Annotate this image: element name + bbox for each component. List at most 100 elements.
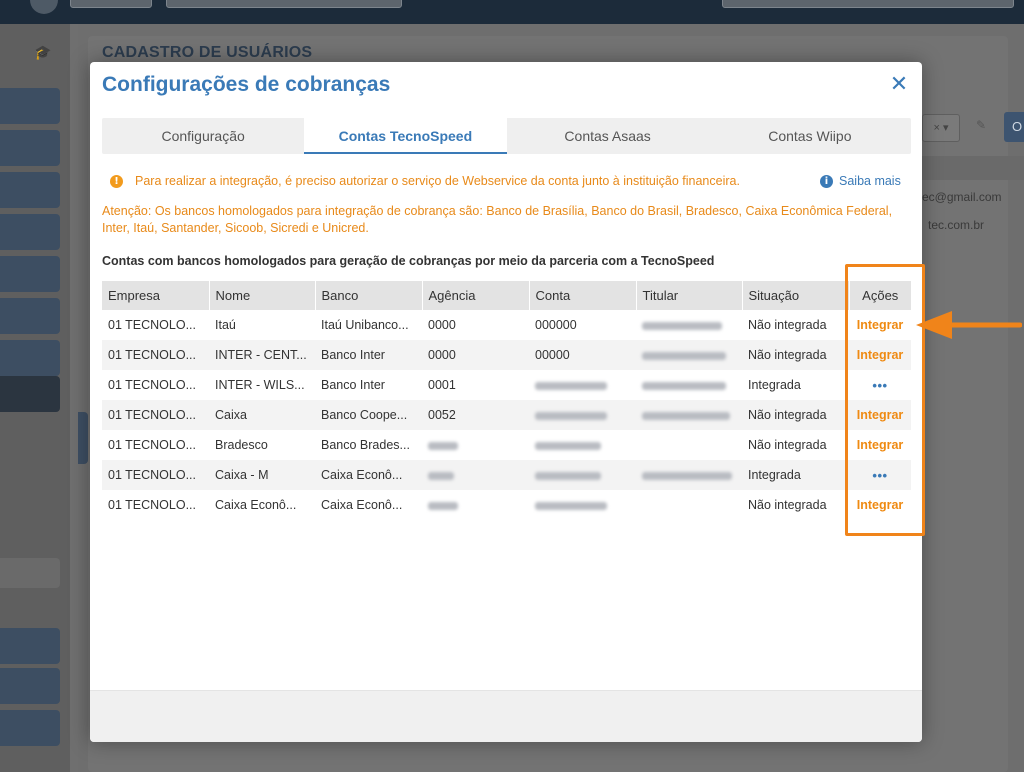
tab-configuracao[interactable]: Configuração [102, 118, 304, 154]
redacted-titular [642, 321, 722, 330]
cell-banco: Banco Brades... [321, 438, 410, 452]
sidebar-item[interactable] [0, 172, 60, 208]
cell-empresa: 01 TECNOLO... [108, 318, 196, 332]
column-header-banco[interactable]: Banco [315, 281, 423, 310]
table-row[interactable]: 01 TECNOLO... Bradesco Banco Brades... N… [102, 430, 911, 460]
sidebar-item[interactable] [0, 298, 60, 334]
actions-column-highlight [845, 264, 925, 536]
cell-situacao: Não integrada [748, 498, 827, 512]
cell-agencia: 0000 [428, 318, 456, 332]
redacted-conta [535, 411, 607, 420]
redacted-conta [535, 381, 607, 390]
cell-empresa: 01 TECNOLO... [108, 378, 196, 392]
cell-titular [636, 310, 742, 340]
sidebar-item[interactable] [0, 256, 60, 292]
redacted-titular [642, 351, 726, 360]
cell-conta [529, 460, 636, 490]
table-row[interactable]: 01 TECNOLO... Itaú Itaú Unibanco... 0000… [102, 310, 911, 340]
background-button[interactable]: O [1004, 112, 1024, 142]
cell-nome: INTER - CENT... [209, 340, 315, 370]
cell-banco: Itaú Unibanco... [321, 318, 409, 332]
info-icon: i [820, 174, 833, 188]
cell-titular [636, 430, 742, 460]
sidebar-item[interactable] [0, 628, 60, 664]
saiba-mais-label[interactable]: Saiba mais [839, 174, 901, 188]
redacted-agencia [428, 501, 458, 510]
table-row[interactable]: 01 TECNOLO... Caixa Banco Coope... 0052 … [102, 400, 911, 430]
cell-situacao: Não integrada [742, 340, 849, 370]
redacted-agencia [428, 471, 454, 480]
cell-conta: 000000 [535, 318, 577, 332]
topbar-field[interactable] [722, 0, 1014, 8]
billing-settings-modal: Configurações de cobranças ✕ Configuraçã… [90, 62, 922, 742]
cell-empresa: 01 TECNOLO... [102, 400, 209, 430]
column-header-agencia[interactable]: Agência [422, 281, 530, 310]
sidebar-item-active[interactable] [0, 376, 60, 412]
accounts-table: Empresa Nome Banco Agência Conta Titular… [102, 281, 911, 520]
cell-situacao: Não integrada [748, 318, 827, 332]
table-row[interactable]: 01 TECNOLO... INTER - WILS... Banco Inte… [102, 370, 911, 400]
cell-empresa: 01 TECNOLO... [108, 438, 196, 452]
cell-nome: Bradesco [215, 438, 268, 452]
cell-conta [529, 400, 636, 430]
sidebar-item[interactable] [0, 668, 60, 704]
cell-agencia: 0000 [422, 340, 529, 370]
cell-situacao: Integrada [742, 460, 849, 490]
cell-agencia [422, 490, 529, 520]
saiba-mais-link[interactable]: i Saiba mais [820, 174, 901, 188]
user-avatar[interactable] [30, 0, 58, 14]
cell-empresa: 01 TECNOLO... [102, 460, 209, 490]
topbar-search-input[interactable] [166, 0, 402, 8]
sidebar-item[interactable] [0, 130, 60, 166]
sidebar-item[interactable] [0, 340, 60, 376]
sidebar-item[interactable] [0, 214, 60, 250]
cell-empresa: 01 TECNOLO... [108, 498, 196, 512]
table-row[interactable]: 01 TECNOLO... Caixa Econô... Caixa Econô… [102, 490, 911, 520]
pencil-icon[interactable]: ✎ [976, 118, 986, 132]
redacted-conta [535, 471, 601, 480]
cell-empresa: 01 TECNOLO... [102, 340, 209, 370]
close-icon[interactable]: ✕ [888, 73, 910, 95]
column-header-nome[interactable]: Nome [209, 281, 316, 310]
topbar-button[interactable] [70, 0, 152, 8]
table-row[interactable]: 01 TECNOLO... INTER - CENT... Banco Inte… [102, 340, 911, 370]
column-header-conta[interactable]: Conta [529, 281, 637, 310]
homologated-banks-warning: Atenção: Os bancos homologados para inte… [102, 204, 893, 235]
column-header-titular[interactable]: Titular [636, 281, 743, 310]
cell-nome: Caixa - M [209, 460, 315, 490]
table-row[interactable]: 01 TECNOLO... Caixa - M Caixa Econô... I… [102, 460, 911, 490]
sidebar-item[interactable] [0, 88, 60, 124]
cell-nome: Itaú [215, 318, 236, 332]
cell-conta: 00000 [529, 340, 636, 370]
modal-title: Configurações de cobranças [102, 73, 391, 96]
cell-situacao: Não integrada [748, 438, 827, 452]
redacted-titular [642, 381, 726, 390]
sidebar-collapse-handle[interactable] [78, 412, 88, 464]
background-select[interactable]: × ▾ [922, 114, 960, 142]
graduation-cap-icon[interactable]: 🎓 [34, 44, 51, 61]
sidebar-placeholder [0, 558, 60, 588]
integration-notice-text: Para realizar a integração, é preciso au… [135, 174, 740, 188]
sidebar-item[interactable] [0, 710, 60, 746]
cell-banco: Banco Inter [321, 378, 385, 392]
background-table-header [920, 156, 1024, 180]
tab-contas-asaas[interactable]: Contas Asaas [507, 118, 709, 154]
background-email: ec@gmail.com [922, 190, 1002, 204]
integration-notice: ! Para realizar a integração, é preciso … [110, 174, 740, 188]
column-header-situacao[interactable]: Situação [742, 281, 850, 310]
tab-contas-wiipo[interactable]: Contas Wiipo [709, 118, 911, 154]
left-arrow-icon [916, 311, 1022, 339]
cell-banco: Caixa Econô... [321, 498, 403, 512]
cell-nome: Caixa Econô... [215, 498, 297, 512]
cell-banco: Banco Coope... [315, 400, 422, 430]
cell-agencia [422, 460, 529, 490]
column-header-empresa[interactable]: Empresa [102, 281, 210, 310]
cell-conta [529, 490, 636, 520]
background-email: tec.com.br [928, 218, 985, 232]
cell-titular [636, 340, 742, 370]
background-page-title: CADASTRO DE USUÁRIOS [102, 44, 313, 61]
modal-footer [90, 690, 922, 742]
redacted-conta [535, 441, 601, 450]
tab-contas-tecnospeed[interactable]: Contas TecnoSpeed [304, 118, 507, 154]
tab-bar: Configuração Contas TecnoSpeed Contas As… [102, 118, 911, 154]
